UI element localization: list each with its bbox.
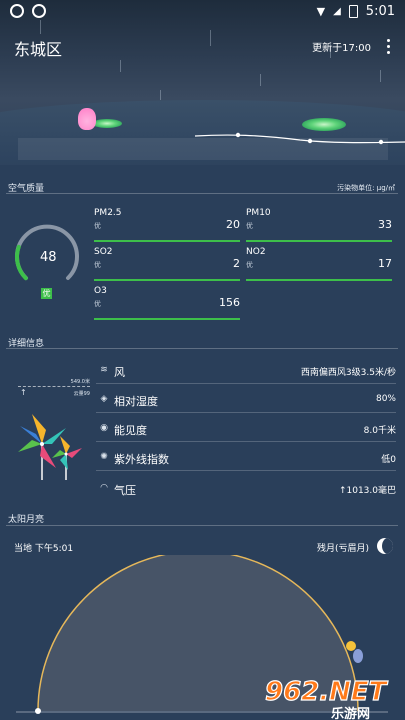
svg-text:乐游网: 乐游网 [331, 706, 370, 720]
notification-icon [32, 4, 46, 18]
divider [6, 525, 398, 526]
sun-moon-title: 太阳月亮 [8, 515, 45, 525]
pollutant-no2: NO2 优 17 [246, 247, 392, 281]
signal-icon: ◢ [333, 6, 341, 17]
pressure-icon: ◠ [100, 483, 108, 493]
uv-icon: ✺ [100, 452, 108, 462]
detail-row-visibility: ◉ 能见度 8.0千米 [96, 416, 396, 442]
visibility-icon: ◉ [100, 423, 108, 433]
pollutant-unit-label: 污染物单位: μg/㎡ [337, 184, 395, 192]
aqi-value: 48 [40, 250, 57, 265]
divider [6, 193, 398, 194]
detail-row-wind: ≋ 风 西南偏西风3级3.5米/秒 [96, 358, 396, 384]
detail-row-uv: ✺ 紫外线指数 低0 [96, 445, 396, 471]
battery-icon [348, 5, 358, 18]
city-title[interactable]: 东城区 [14, 36, 62, 60]
windmill-icon [18, 414, 82, 480]
watermark-logo: 962.NET 乐游网 [264, 676, 389, 720]
humidity-icon: ◈ [100, 394, 108, 404]
moon-phase-icon [377, 538, 393, 554]
notification-icon [10, 4, 24, 18]
pollutant-so2: SO2 优 2 [94, 247, 240, 281]
divider [6, 348, 398, 349]
wifi-icon: ▼ [316, 5, 326, 18]
pollutant-pm10: PM10 优 33 [246, 208, 392, 242]
app-bar: 东城区 更新于17:00 [0, 32, 405, 60]
wind-icon: ≋ [100, 365, 108, 375]
more-menu-icon[interactable] [383, 36, 393, 56]
status-bar: ▼ ◢ 5:01 [0, 0, 405, 24]
svg-text:962.NET: 962.NET [265, 677, 389, 707]
detail-row-humidity: ◈ 相对湿度 80% [96, 387, 396, 413]
update-time: 更新于17:00 [312, 43, 371, 54]
moon-phase: 残月(亏眉月) [316, 544, 369, 554]
status-time: 5:01 [365, 4, 395, 19]
forecast-strip [18, 138, 388, 160]
wind-height-marker: ↑ 549.0米 云量99 [18, 379, 90, 397]
aqi-level-badge: 优 [41, 288, 52, 299]
weather-scene [0, 0, 405, 165]
pollutant-pm25: PM2.5 优 20 [94, 208, 240, 242]
arrow-up-icon: ↑ [20, 388, 27, 397]
detail-row-pressure: ◠ 气压 ↑1013.0毫巴 [96, 476, 396, 502]
pollutant-o3: O3 优 156 [94, 286, 240, 320]
local-time: 当地 下午5:01 [14, 544, 74, 554]
